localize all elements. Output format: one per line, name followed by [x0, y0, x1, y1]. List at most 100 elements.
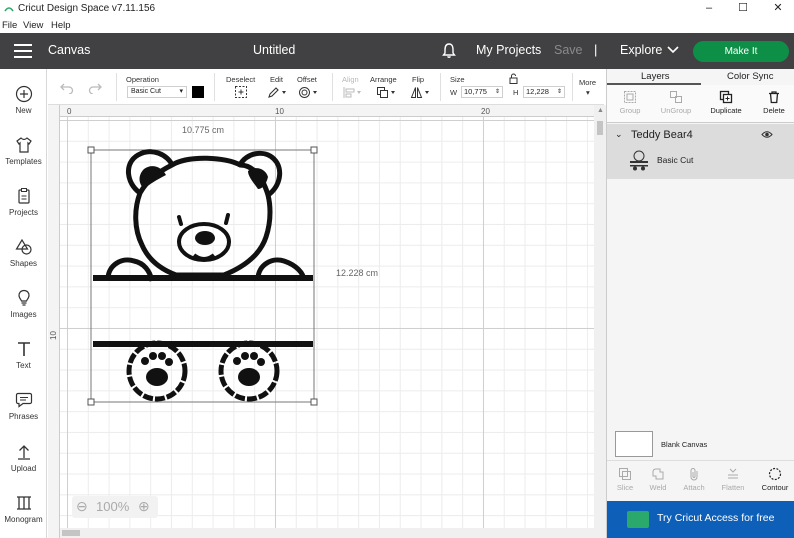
deselect-icon[interactable] — [234, 85, 248, 99]
duplicate-label: Duplicate — [710, 106, 742, 115]
sidebar-item-label: New — [15, 106, 32, 115]
offset-icon[interactable] — [298, 86, 320, 99]
my-projects-link[interactable]: My Projects — [476, 43, 541, 57]
zoom-out-icon[interactable]: ⊖ — [76, 498, 88, 515]
width-value: 10,775 — [464, 87, 487, 96]
sidebar-item-phrases[interactable]: Phrases — [0, 383, 47, 431]
delete-button[interactable]: Delete — [751, 90, 794, 115]
layer-actions: Group UnGroup Duplicate Delete — [607, 85, 794, 123]
collapse-chevron-icon[interactable]: ⌄ — [615, 129, 623, 140]
layer-bottom-actions: Slice Weld Attach Flatten Contour — [607, 460, 794, 498]
resize-handle[interactable] — [310, 146, 318, 154]
sidebar-item-upload[interactable]: Upload — [0, 435, 47, 483]
eye-icon[interactable] — [761, 130, 773, 139]
design-canvas[interactable]: 10.775 cm 12.228 cm — [48, 105, 594, 538]
bulb-icon — [17, 289, 30, 306]
cricut-access-banner[interactable]: Try Cricut Access for free — [607, 501, 794, 538]
slice-label: Slice — [616, 483, 634, 492]
clipboard-icon — [17, 188, 30, 204]
save-button[interactable]: Save — [554, 43, 583, 57]
height-dimension-label: 12.228 cm — [336, 268, 379, 278]
header-separator: | — [594, 42, 598, 57]
dropdown-arrow-icon: ▾ — [179, 88, 183, 95]
height-label: H — [513, 88, 519, 97]
blank-canvas-label: Blank Canvas — [661, 440, 708, 449]
sidebar-item-projects[interactable]: Projects — [0, 179, 47, 227]
explore-menu[interactable]: Explore — [620, 43, 662, 57]
attach-button[interactable]: Attach — [676, 467, 712, 492]
width-input[interactable]: 10,775 ⇕ — [461, 86, 503, 98]
lock-icon[interactable] — [509, 73, 518, 84]
maximize-button[interactable]: ☐ — [728, 1, 758, 16]
color-swatch[interactable] — [192, 86, 204, 98]
group-button[interactable]: Group — [607, 90, 653, 115]
contour-button[interactable]: Contour — [757, 467, 793, 492]
scroll-thumb[interactable] — [62, 530, 80, 536]
stepper-icon[interactable]: ⇕ — [557, 87, 562, 97]
sidebar-item-new[interactable]: New — [0, 77, 47, 125]
toolbar-divider — [214, 73, 215, 101]
bell-icon[interactable] — [442, 43, 456, 59]
weld-button[interactable]: Weld — [640, 467, 676, 492]
sidebar-item-shapes[interactable]: Shapes — [0, 230, 47, 278]
arrange-label: Arrange — [370, 75, 397, 84]
layer-group-teddy-bear[interactable]: ⌄ Teddy Bear4 Basic Cut — [607, 124, 794, 179]
flatten-icon — [728, 468, 738, 479]
minimize-button[interactable]: – — [694, 1, 724, 16]
flatten-button[interactable]: Flatten — [715, 467, 751, 492]
resize-handle[interactable] — [87, 398, 95, 406]
flip-icon[interactable] — [410, 86, 432, 99]
slice-button[interactable]: Slice — [607, 467, 643, 492]
scroll-up-icon[interactable]: ▲ — [597, 107, 604, 114]
hamburger-menu-icon[interactable] — [14, 44, 32, 58]
tab-layers[interactable]: Layers — [641, 71, 670, 82]
resize-handle[interactable] — [310, 398, 318, 406]
sidebar-item-monogram[interactable]: Monogram — [0, 486, 47, 534]
operation-select[interactable]: Basic Cut ▾ — [127, 86, 187, 98]
arrange-icon[interactable] — [376, 86, 398, 99]
panel-tabs: Layers Color Sync — [607, 69, 794, 85]
layer-thumbnail — [630, 150, 648, 171]
duplicate-button[interactable]: Duplicate — [703, 90, 749, 115]
undo-icon[interactable] — [60, 82, 74, 94]
zoom-level: 100% — [96, 499, 130, 514]
ungroup-button[interactable]: UnGroup — [653, 90, 699, 115]
paw-print-left — [126, 340, 188, 402]
align-icon[interactable] — [342, 86, 364, 99]
layer-name: Basic Cut — [657, 155, 694, 165]
document-title: Untitled — [253, 43, 296, 57]
chevron-down-icon[interactable]: ▾ — [586, 88, 590, 97]
chevron-down-icon[interactable] — [667, 45, 679, 55]
sidebar-item-templates[interactable]: Templates — [0, 128, 47, 176]
sidebar-item-text[interactable]: Text — [0, 332, 47, 380]
monogram-icon — [16, 496, 31, 510]
layer-group-name: Teddy Bear4 — [631, 129, 693, 141]
redo-icon[interactable] — [88, 82, 102, 94]
scroll-thumb[interactable] — [597, 121, 603, 135]
sidebar-item-label: Shapes — [9, 259, 38, 268]
menu-view[interactable]: View — [23, 20, 43, 31]
zoom-in-icon[interactable]: ⊕ — [138, 498, 150, 515]
app-header: Canvas Untitled My Projects Save | Explo… — [0, 33, 794, 69]
tab-color-sync[interactable]: Color Sync — [727, 71, 773, 82]
stepper-icon[interactable]: ⇕ — [495, 87, 500, 97]
height-input[interactable]: 12,228 ⇕ — [523, 86, 565, 98]
speech-bubble-icon — [15, 392, 32, 408]
blank-canvas-swatch[interactable] — [615, 431, 653, 457]
toolbar-divider — [440, 73, 441, 101]
ungroup-label: UnGroup — [660, 106, 692, 115]
align-label: Align — [342, 75, 359, 84]
vertical-scrollbar[interactable]: ▲ — [594, 105, 606, 538]
menu-help[interactable]: Help — [51, 20, 71, 31]
menu-file[interactable]: File — [2, 20, 17, 31]
make-it-button[interactable]: Make It — [693, 41, 789, 62]
resize-handle[interactable] — [87, 146, 95, 154]
sidebar-item-images[interactable]: Images — [0, 281, 47, 329]
duplicate-icon — [719, 90, 733, 104]
more-menu[interactable]: More — [579, 78, 596, 87]
pen-dropdown-icon[interactable] — [267, 86, 289, 99]
canvas-artwork — [87, 146, 318, 406]
weld-label: Weld — [649, 483, 667, 492]
close-button[interactable]: ✕ — [763, 1, 793, 16]
horizontal-scrollbar[interactable] — [60, 528, 594, 538]
